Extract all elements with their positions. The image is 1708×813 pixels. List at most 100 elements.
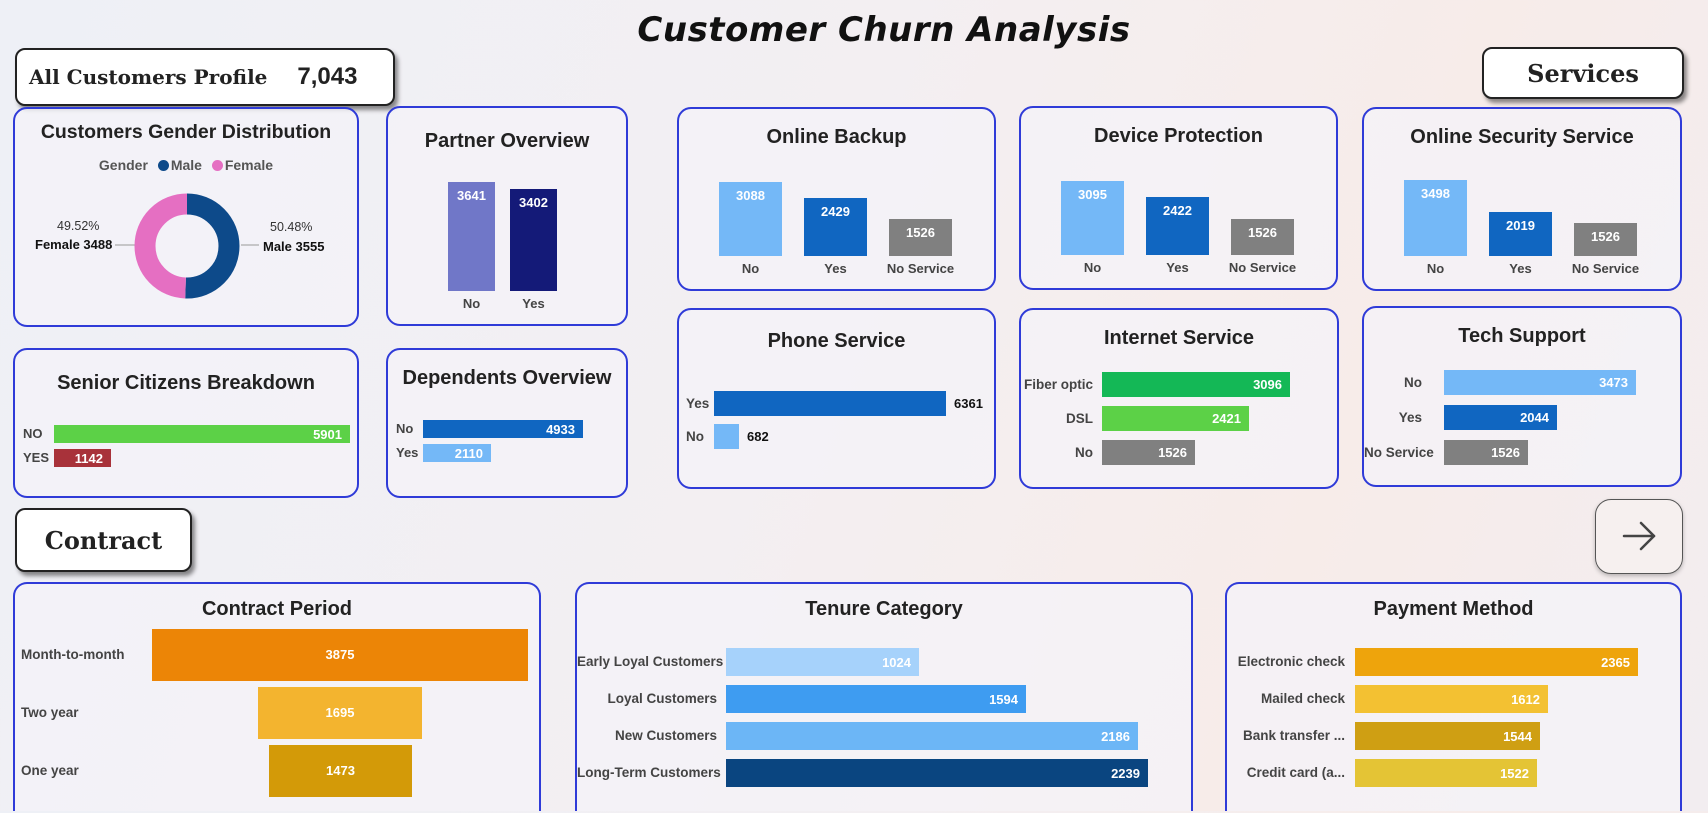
payment-bar-value-1: 1612 xyxy=(1511,691,1540,707)
online_backup-bar-1: 2429 xyxy=(804,198,867,256)
senior-citizens-card: Senior Citizens Breakdown 5901 NO 1142 YES xyxy=(13,348,359,498)
online_security-bar-value-2: 1526 xyxy=(1591,229,1620,244)
payment-bar-value-3: 1522 xyxy=(1500,765,1529,781)
payment-category-2: Bank transfer ... xyxy=(1242,728,1345,743)
partner-bar-value-0: 3641 xyxy=(457,188,486,203)
tech_support-category-2: No Service xyxy=(1364,445,1434,460)
online_backup-bar-value-1: 2429 xyxy=(821,204,850,219)
tech_support-bar-2: 1526 xyxy=(1444,440,1528,465)
senior-category-1: YES xyxy=(23,450,50,465)
payment-method-card: Payment Method 2365 Electronic check 1612 M… xyxy=(1225,582,1682,811)
tech_support-category-0: No xyxy=(1404,375,1422,390)
device_protection-bar-value-0: 3095 xyxy=(1078,187,1107,202)
services-section-label: Services xyxy=(1482,47,1684,99)
online_security-bar-1: 2019 xyxy=(1489,212,1552,256)
payment-bar-2: 1544 xyxy=(1355,722,1540,750)
contract-bar-0: 3875 xyxy=(152,629,528,681)
internet_service-bar-0: 3096 xyxy=(1102,372,1290,397)
tenure-bar-value-1: 1594 xyxy=(989,691,1018,707)
internet_service-category-1: DSL xyxy=(1066,411,1093,426)
online-security-chart: 3498 No 2019 Yes 1526 No Service xyxy=(1364,109,1684,293)
online-backup-chart: 3088 No 2429 Yes 1526 No Service xyxy=(679,109,998,293)
online_security-bar-2: 1526 xyxy=(1574,223,1637,256)
phone-service-card: Phone Service 6361 Yes 682 No xyxy=(677,308,996,489)
dependents-bar-1: 2110 xyxy=(423,444,491,462)
device-protection-chart: 3095 No 2422 Yes 1526 No Service xyxy=(1021,108,1340,292)
payment-bar-1: 1612 xyxy=(1355,685,1548,713)
tech_support-bar-value-2: 1526 xyxy=(1491,445,1520,460)
payment-bar-3: 1522 xyxy=(1355,759,1537,787)
dependents-bar-value-1: 2110 xyxy=(454,445,483,461)
partner-chart: 3641 No 3402 Yes xyxy=(388,108,630,328)
contract-bar-value-2: 1473 xyxy=(326,763,355,778)
tech_support-bar-value-0: 3473 xyxy=(1599,375,1628,390)
tech_support-bar-0: 3473 xyxy=(1444,370,1636,395)
dependents-bar-0: 4933 xyxy=(423,420,583,438)
tenure-category-1: Loyal Customers xyxy=(607,691,717,706)
female-pct: 49.52% xyxy=(57,219,100,233)
phone_service-bar-value-1: 682 xyxy=(747,429,769,444)
payment-bar-value-2: 1544 xyxy=(1503,728,1532,744)
internet_service-bar-2: 1526 xyxy=(1102,440,1195,465)
device_protection-bar-value-2: 1526 xyxy=(1248,225,1277,240)
male-pct: 50.48% xyxy=(270,220,313,234)
device_protection-category-2: No Service xyxy=(1228,260,1297,275)
phone_service-category-0: Yes xyxy=(686,396,710,411)
online_security-bar-value-0: 3498 xyxy=(1421,186,1450,201)
internet_service-bar-value-0: 3096 xyxy=(1253,377,1282,392)
senior-bar-value-0: 5901 xyxy=(313,426,342,442)
contract-bar-value-0: 3875 xyxy=(325,647,355,662)
internet_service-bar-value-2: 1526 xyxy=(1158,445,1187,460)
arrow-right-icon xyxy=(1622,521,1656,551)
tenure-bar-2: 2186 xyxy=(726,722,1138,750)
phone-service-chart: 6361 Yes 682 No xyxy=(679,310,998,491)
partner-bar-value-1: 3402 xyxy=(519,195,548,210)
device_protection-bar-value-1: 2422 xyxy=(1163,203,1192,218)
next-page-button[interactable] xyxy=(1595,499,1683,574)
contract-section-label: Contract xyxy=(15,508,192,572)
contract-bar-1: 1695 xyxy=(258,687,422,739)
contract-bar-value-1: 1695 xyxy=(325,705,355,720)
female-count-label: Female 3488 xyxy=(35,237,113,252)
internet_service-bar-value-1: 2421 xyxy=(1212,411,1241,426)
senior-bar-value-1: 1142 xyxy=(74,450,103,466)
online_backup-category-2: No Service xyxy=(886,261,955,276)
all-customers-profile-card: All Customers Profile 7,043 xyxy=(15,48,395,106)
tenure-category-2: New Customers xyxy=(614,728,717,743)
internet_service-bar-1: 2421 xyxy=(1102,406,1249,431)
partner-bar-1: 3402 xyxy=(510,189,557,291)
device_protection-bar-2: 1526 xyxy=(1231,219,1294,255)
tenure-category-card: Tenure Category 1024 Early Loyal Customer… xyxy=(575,582,1193,811)
tech_support-category-1: Yes xyxy=(1398,410,1422,425)
internet-service-chart: 3096 Fiber optic 2421 DSL 1526 No xyxy=(1021,310,1341,491)
tenure-category-chart: 1024 Early Loyal Customers 1594 Loyal Custo… xyxy=(577,584,1195,813)
tenure-category-3: Long-Term Customers xyxy=(577,765,721,780)
internet_service-category-2: No xyxy=(1075,445,1093,460)
dependents-bar-value-0: 4933 xyxy=(546,421,575,437)
phone_service-bar-0 xyxy=(714,391,946,416)
phone_service-category-1: No xyxy=(686,429,704,444)
online_security-category-2: No Service xyxy=(1571,261,1640,276)
senior-category-0: NO xyxy=(23,426,43,441)
senior-bar-0: 5901 xyxy=(54,425,350,443)
partner-category-1: Yes xyxy=(522,296,545,311)
profile-count: 7,043 xyxy=(297,63,358,90)
contract-period-chart: 3875 Month-to-month 1695 Two year 1473 One ye… xyxy=(15,584,543,813)
senior-chart: 5901 NO 1142 YES xyxy=(15,350,361,500)
senior-bar-1: 1142 xyxy=(54,449,111,467)
page-title: Customer Churn Analysis xyxy=(637,10,1131,50)
dependents-category-1: Yes xyxy=(396,445,419,460)
payment-category-3: Credit card (a... xyxy=(1246,765,1345,780)
online-security-card: Online Security Service 3498 No 2019 Yes 152… xyxy=(1362,107,1682,291)
device_protection-bar-1: 2422 xyxy=(1146,197,1209,255)
contract-category-0: Month-to-month xyxy=(21,647,125,662)
online_security-bar-0: 3498 xyxy=(1404,180,1467,256)
tenure-bar-3: 2239 xyxy=(726,759,1148,787)
contract-category-1: Two year xyxy=(21,705,79,720)
online-backup-card: Online Backup 3088 No 2429 Yes 1526 No Servic… xyxy=(677,107,996,291)
payment-category-1: Mailed check xyxy=(1260,691,1345,706)
male-count-label: Male 3555 xyxy=(263,239,325,254)
dependents-overview-card: Dependents Overview 4933 No 2110 Yes xyxy=(386,348,628,498)
device-protection-card: Device Protection 3095 No 2422 Yes 1526 No Se… xyxy=(1019,106,1338,290)
internet_service-category-0: Fiber optic xyxy=(1023,377,1093,392)
